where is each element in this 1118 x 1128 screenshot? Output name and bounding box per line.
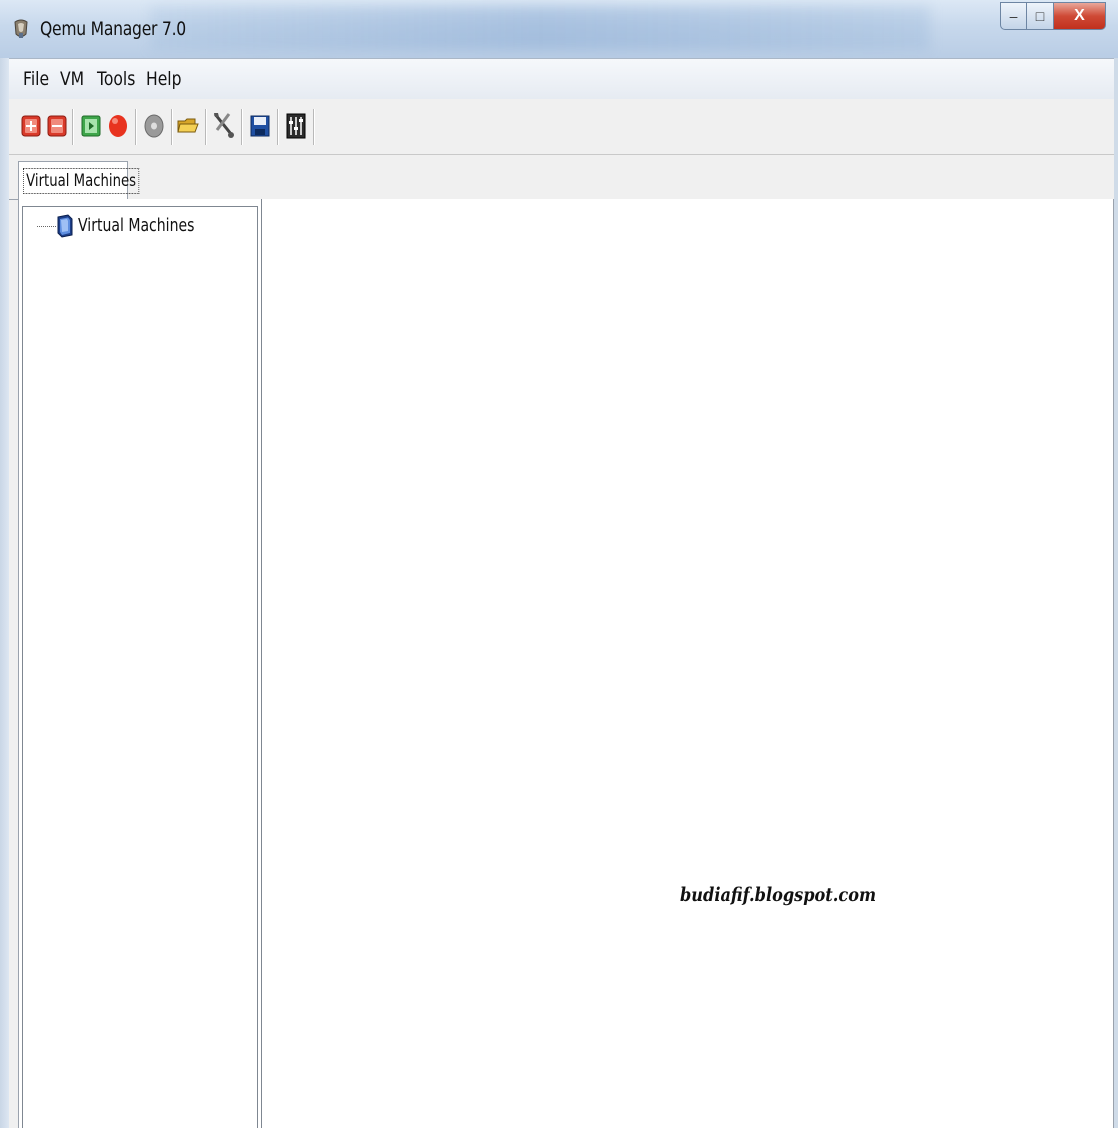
tab-strip: Virtual Machines: [9, 155, 1114, 200]
window-title: Qemu Manager 7.0: [40, 18, 186, 40]
stop-vm-icon: [109, 115, 127, 137]
vm-group-icon: [57, 214, 73, 238]
main-content: Virtual Machines: [18, 199, 1114, 1128]
open-folder-icon: [177, 118, 199, 133]
window-frame-right: [1114, 0, 1118, 1128]
toolbar-separator: [313, 109, 315, 145]
watermark-text: budiafif.blogspot.com: [680, 884, 877, 906]
tree-connector: [37, 226, 56, 227]
app-window: Qemu Manager 7.0 – □ X File VM Tools Hel…: [0, 0, 1118, 1128]
add-vm-icon: [21, 115, 41, 137]
add-vm-button[interactable]: [20, 111, 42, 141]
menu-file[interactable]: File: [23, 68, 49, 90]
remove-vm-icon: [47, 115, 67, 137]
cd-disc-button[interactable]: [143, 111, 165, 141]
maximize-button[interactable]: □: [1027, 2, 1054, 30]
settings-panel-button[interactable]: [285, 111, 307, 141]
tree-item-virtual-machines[interactable]: Virtual Machines: [78, 215, 194, 236]
stop-vm-button[interactable]: [107, 111, 129, 141]
save-button[interactable]: [249, 111, 271, 141]
window-frame-left: [0, 0, 9, 1128]
cd-disc-icon: [144, 114, 164, 138]
toolbar-separator: [241, 109, 243, 145]
save-icon: [250, 115, 270, 137]
qemu-app-icon[interactable]: [12, 18, 30, 40]
start-vm-icon: [81, 115, 101, 137]
minimize-button[interactable]: –: [1000, 2, 1027, 30]
tab-virtual-machines[interactable]: Virtual Machines: [18, 161, 140, 199]
start-vm-button[interactable]: [80, 111, 102, 141]
vm-tree-panel[interactable]: Virtual Machines: [22, 206, 258, 1128]
toolbar-separator: [277, 109, 279, 145]
menu-vm[interactable]: VM: [60, 68, 84, 90]
remove-vm-button[interactable]: [46, 111, 68, 141]
tab-label: Virtual Machines: [23, 168, 140, 194]
menu-help[interactable]: Help: [146, 68, 182, 90]
menu-bar: File VM Tools Help: [9, 58, 1114, 100]
close-button[interactable]: X: [1054, 2, 1106, 30]
toolbar: [9, 99, 1114, 155]
tools-icon: [213, 113, 234, 138]
title-bar-glow: [150, 6, 930, 50]
menu-tools[interactable]: Tools: [97, 68, 135, 90]
toolbar-separator: [171, 109, 173, 145]
toolbar-separator: [72, 109, 74, 145]
toolbar-separator: [205, 109, 207, 145]
toolbar-separator: [135, 109, 137, 145]
vm-detail-panel[interactable]: [261, 199, 1112, 1128]
window-controls: – □ X: [1000, 2, 1106, 30]
title-bar[interactable]: Qemu Manager 7.0 – □ X: [0, 0, 1118, 58]
tools-button[interactable]: [212, 111, 234, 141]
open-folder-button[interactable]: [177, 111, 199, 141]
settings-panel-icon: [286, 113, 306, 139]
